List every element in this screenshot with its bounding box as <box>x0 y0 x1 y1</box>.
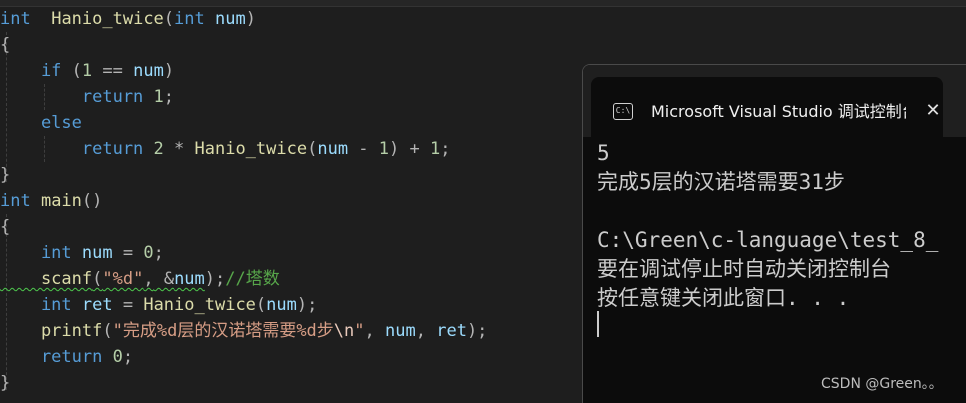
code-token: ; <box>122 347 134 367</box>
code-line: return 2 * Hanio_twice(num - 1) + 1; <box>0 136 451 162</box>
code-token: ; <box>163 87 175 107</box>
code-token: - <box>348 139 369 159</box>
code-token: num <box>174 269 205 289</box>
code-token: "%d" <box>102 269 144 289</box>
console-output-line: 要在调试停止时自动关闭控制台 <box>597 257 891 281</box>
code-token: num <box>122 61 164 81</box>
code-token: ( <box>255 295 267 315</box>
console-tab[interactable]: C:\ Microsoft Visual Studio 调试控制台 ✕ <box>591 77 943 137</box>
code-token: num <box>266 295 297 315</box>
code-token: num <box>317 139 349 159</box>
code-line: } <box>0 162 10 188</box>
code-token: printf <box>0 321 103 341</box>
code-token: //塔数 <box>225 269 280 289</box>
code-token: ) <box>389 139 400 159</box>
code-token: } <box>0 373 11 393</box>
code-line: int num = 0; <box>0 240 164 266</box>
code-token: 2 <box>143 139 164 159</box>
close-icon[interactable]: ✕ <box>921 99 945 123</box>
code-token: "完成%d层的汉诺塔需要%d步 <box>112 321 334 341</box>
text-cursor <box>597 311 599 337</box>
code-token: == <box>92 61 123 81</box>
console-output-line: 5 <box>597 141 610 165</box>
terminal-icon: C:\ <box>613 103 633 120</box>
code-token: & <box>153 269 175 289</box>
code-token: ) <box>163 61 175 81</box>
code-token: 0 <box>102 347 123 367</box>
code-token: ( <box>102 321 113 341</box>
code-token: ( <box>61 61 82 81</box>
code-token: Hanio_twice <box>51 9 164 29</box>
code-token: " <box>354 321 365 341</box>
code-token: * <box>163 139 185 159</box>
code-token: ret <box>425 321 467 341</box>
code-line: { <box>0 214 10 240</box>
code-token: , <box>143 269 154 289</box>
code-token: { <box>0 217 11 237</box>
code-token: int <box>0 191 31 211</box>
code-token: scanf <box>0 269 93 289</box>
code-token: , <box>364 321 375 341</box>
code-line: { <box>0 32 10 58</box>
code-token: 1 <box>81 61 93 81</box>
code-token: Hanio_twice <box>133 295 256 315</box>
code-line: int ret = Hanio_twice(num); <box>0 292 317 318</box>
code-line: } <box>0 370 10 396</box>
code-token: num <box>374 321 416 341</box>
console-output-line: 按任意键关闭此窗口. . . <box>597 286 850 310</box>
code-token: int <box>0 243 72 263</box>
code-token: return <box>0 139 144 159</box>
watermark: CSDN @Green。。 <box>821 376 943 392</box>
code-line: else <box>0 110 82 136</box>
code-token: 1 <box>143 87 164 107</box>
console-output-line: C:\Green\c-language\test_8_ <box>597 228 939 252</box>
code-token: Hanio_twice <box>184 139 308 159</box>
code-token: int <box>174 9 205 29</box>
console-titlebar: C:\ Microsoft Visual Studio 调试控制台 ✕ <box>583 65 966 137</box>
code-token: return <box>0 87 144 107</box>
code-token: num <box>71 243 113 263</box>
code-token: \n <box>333 321 355 341</box>
code-token: , <box>415 321 426 341</box>
code-token: = <box>112 295 134 315</box>
code-token: = <box>112 243 134 263</box>
code-line: int main() <box>0 188 102 214</box>
code-token: ret <box>71 295 113 315</box>
code-token: ); <box>296 295 318 315</box>
code-token: 1 <box>368 139 390 159</box>
code-token: { <box>0 35 11 55</box>
code-token: main <box>30 191 82 211</box>
code-token: 0 <box>133 243 154 263</box>
code-token: ) <box>245 9 256 29</box>
code-token: ( <box>163 9 175 29</box>
code-token: ( <box>92 269 103 289</box>
code-token: 1 <box>419 139 441 159</box>
code-token: return <box>0 347 103 367</box>
code-line: return 0; <box>0 344 133 370</box>
code-token: ); <box>466 321 488 341</box>
code-line: scanf("%d", &num);//塔数 <box>0 266 280 292</box>
code-token: } <box>0 165 11 185</box>
code-token: int <box>0 295 72 315</box>
code-line: int Hanio_twice(int num) <box>0 6 256 32</box>
code-line: printf("完成%d层的汉诺塔需要%d步\n", num, ret); <box>0 318 487 344</box>
code-token: ( <box>307 139 318 159</box>
code-token: int <box>0 9 31 29</box>
code-line: if (1 == num) <box>0 58 174 84</box>
code-token: ; <box>440 139 451 159</box>
debug-console-window[interactable]: C:\ Microsoft Visual Studio 调试控制台 ✕ 5 完成… <box>582 64 966 403</box>
code-token: + <box>399 139 420 159</box>
code-token: if <box>0 61 62 81</box>
code-line: return 1; <box>0 84 174 110</box>
console-tab-title: Microsoft Visual Studio 调试控制台 <box>651 102 906 121</box>
console-output-line: 完成5层的汉诺塔需要31步 <box>597 170 845 194</box>
code-token: else <box>0 113 82 133</box>
code-token: num <box>204 9 246 29</box>
code-token: ; <box>153 243 164 263</box>
code-token: () <box>81 191 103 211</box>
code-token: ); <box>204 269 226 289</box>
